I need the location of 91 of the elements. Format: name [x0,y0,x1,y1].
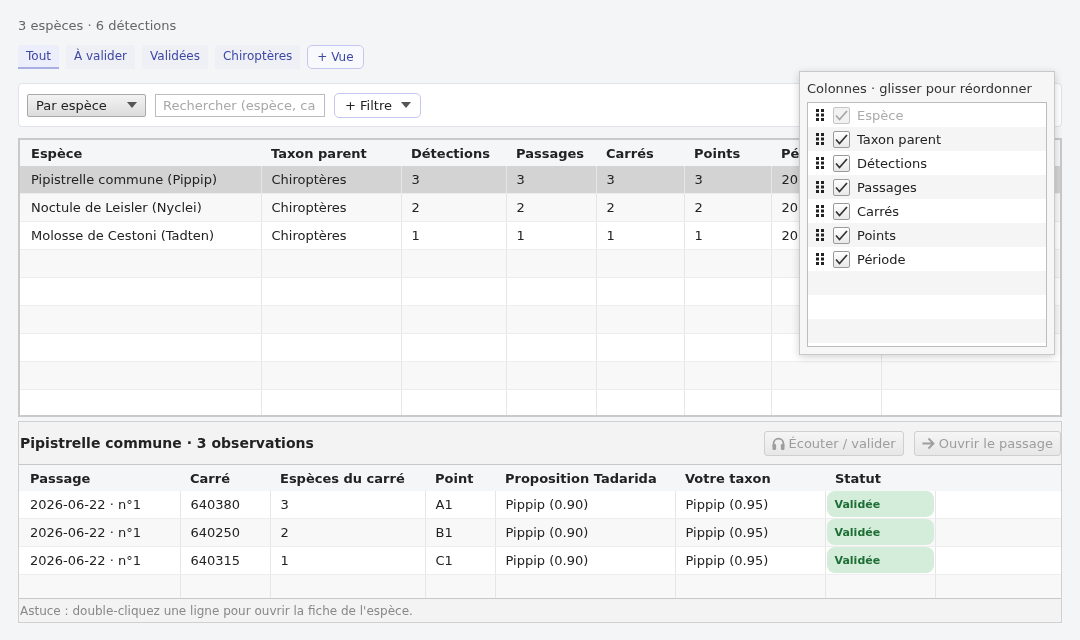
table-cell: 2 [506,193,596,222]
checkbox[interactable] [833,178,850,196]
column-header[interactable]: Détections [401,140,506,166]
arrow-icon [921,436,935,450]
drag-handle-icon[interactable] [816,109,824,121]
table-cell: Pippip (0.90) [495,491,675,519]
drag-handle-icon[interactable] [816,133,824,145]
column-header[interactable]: Passage [19,465,180,491]
cell-text: 20 [781,172,799,187]
column-label: Passages [857,179,917,195]
table-cell: 640315 [180,546,270,575]
column-header[interactable]: Espèces du carré [270,465,425,491]
status-badge: Validée [826,491,934,517]
column-header[interactable]: Carrés [596,140,684,166]
table-cell: 640380 [180,491,270,519]
table-cell: Pippip (0.95) [675,518,825,547]
drag-handle-icon[interactable] [816,253,824,265]
table-cell: Molosse de Cestoni (Tadten) [20,221,261,250]
status-badge: Validée [826,519,934,545]
view-tab[interactable]: Validées [142,45,208,69]
status-badge: Validée [826,547,934,573]
table-cell: 3 [401,166,506,194]
column-header[interactable]: Statut [825,465,935,491]
checkbox[interactable] [833,226,850,244]
checkbox[interactable] [833,154,850,172]
drag-handle-icon[interactable] [816,157,824,169]
column-label: Espèce [857,107,904,123]
table-cell: 2 [270,518,425,547]
table-cell: 640250 [180,518,270,547]
summary-text: 3 espèces · 6 détections [18,17,177,35]
table-cell: 1 [401,221,506,250]
table-cell: Chiroptères [261,221,401,250]
table-cell: B1 [425,518,495,547]
table-cell: 1 [596,221,684,250]
table-cell: Pippip (0.90) [495,518,675,547]
search-field[interactable]: Rechercher (espèce, ca [155,93,325,117]
view-tab[interactable]: Chiroptères [215,45,301,69]
table-cell: 3 [684,166,771,194]
table-cell: 2 [596,193,684,222]
popup-title: Colonnes · glisser pour réordonner [807,80,1032,96]
column-header[interactable]: Taxon parent [261,140,401,166]
add-view-button[interactable]: + Vue [307,45,364,69]
table-cell: 3 [270,491,425,519]
group-by-select[interactable]: Par espèce [27,93,146,117]
column-header[interactable]: Passages [506,140,596,166]
table-cell: 3 [506,166,596,194]
checkbox[interactable] [833,202,850,220]
checkbox[interactable] [833,250,850,268]
table-cell: Chiroptères [261,166,401,194]
table-cell: C1 [425,546,495,575]
view-tab[interactable]: Tout [18,45,59,69]
caret-icon [127,102,137,108]
table-cell: 2026-06-22 · n°1 [19,546,180,575]
drag-handle-icon[interactable] [816,229,824,241]
table-cell: 2026-06-22 · n°1 [19,491,180,519]
view-tab[interactable]: À valider [65,45,136,69]
column-label: Période [857,251,906,267]
cell-text: 20 [781,228,799,243]
caret-icon [400,102,411,108]
cell-text: 20 [781,200,799,215]
table-cell: 2026-06-22 · n°1 [19,518,180,547]
column-header[interactable]: Proposition Tadarida [495,465,675,491]
column-header[interactable]: Point [425,465,495,491]
hint-text: Astuce : double-cliquez une ligne pour ouvrir la fiche de l'espèce. [20,603,413,618]
column-label: Taxon parent [857,131,941,147]
column-header[interactable]: Pé [781,145,800,161]
checkbox[interactable] [833,130,850,148]
table-cell: 1 [270,546,425,575]
table-cell: Pippip (0.95) [675,491,825,519]
table-cell: A1 [425,491,495,519]
column-header[interactable]: Carré [180,465,270,491]
headphones-icon [771,436,785,450]
table-cell: 1 [684,221,771,250]
column-header[interactable]: Votre taxon [675,465,825,491]
table-cell: Pippip (0.90) [495,546,675,575]
filter-button[interactable]: + Filtre [334,92,421,118]
table-cell: 2 [684,193,771,222]
table-cell: Chiroptères [261,193,401,222]
column-label: Carrés [857,203,899,219]
drag-handle-icon[interactable] [816,181,824,193]
table-cell: Pippip (0.95) [675,546,825,575]
column-header[interactable]: Espèce [20,140,261,166]
table-cell: 1 [506,221,596,250]
column-header[interactable]: Points [684,140,771,166]
table-cell: 3 [596,166,684,194]
table-cell: 2 [401,193,506,222]
column-label: Points [857,227,897,243]
drag-handle-icon[interactable] [816,205,824,217]
detail-title: Pipistrelle commune · 3 observations [20,435,314,451]
table-cell: Pipistrelle commune (Pippip) [20,166,261,194]
table-cell: Noctule de Leisler (Nyclei) [20,193,261,222]
